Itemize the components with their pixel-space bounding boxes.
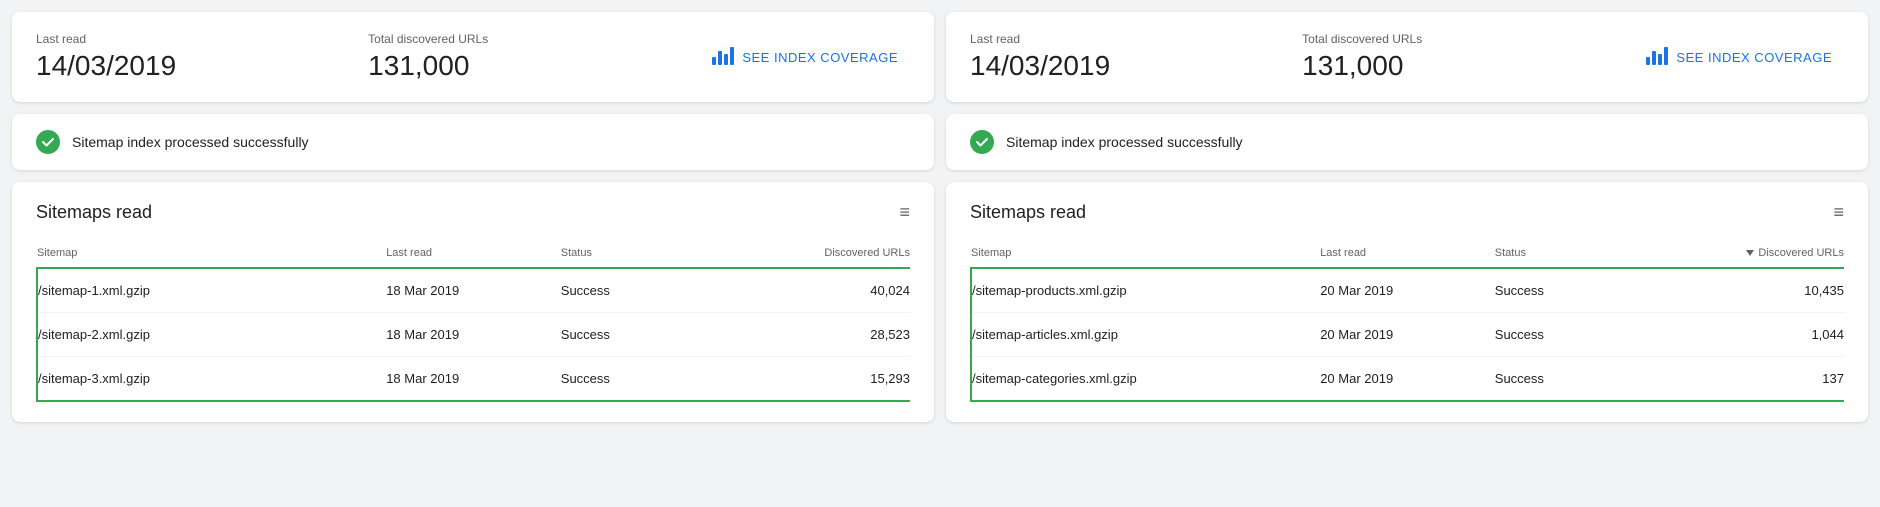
right-table-row[interactable]: /sitemap-categories.xml.gzip20 Mar 2019S… (971, 357, 1844, 402)
left-success-message: Sitemap index processed successfully (72, 134, 309, 150)
left-row-lastread-0: 18 Mar 2019 (386, 268, 561, 313)
right-success-panel: Sitemap index processed successfully (946, 114, 1868, 170)
right-row-sitemap-1: /sitemap-articles.xml.gzip (971, 313, 1320, 357)
left-th-sitemap: Sitemap (37, 239, 386, 268)
left-see-index-label: SEE INDEX COVERAGE (742, 50, 898, 65)
right-th-lastread: Last read (1320, 239, 1495, 268)
right-sitemaps-title: Sitemaps read (970, 202, 1086, 223)
right-sitemaps-panel: Sitemaps read ≡ Sitemap Last read Status… (946, 182, 1868, 422)
left-total-urls-block: Total discovered URLs 131,000 (368, 32, 700, 82)
left-filter-icon[interactable]: ≡ (899, 202, 910, 223)
left-last-read-label: Last read (36, 32, 368, 46)
right-table-row[interactable]: /sitemap-articles.xml.gzip20 Mar 2019Suc… (971, 313, 1844, 357)
right-th-status: Status (1495, 239, 1626, 268)
left-row-status-2: Success (561, 357, 692, 402)
left-column: Last read 14/03/2019 Total discovered UR… (12, 12, 934, 434)
left-row-urls-1: 28,523 (692, 313, 910, 357)
left-row-sitemap-0: /sitemap-1.xml.gzip (37, 268, 386, 313)
left-row-status-0: Success (561, 268, 692, 313)
right-th-urls-label: Discovered URLs (1758, 247, 1844, 259)
left-last-read-value: 14/03/2019 (36, 50, 368, 82)
right-total-urls-block: Total discovered URLs 131,000 (1302, 32, 1634, 82)
left-row-status-1: Success (561, 313, 692, 357)
left-row-lastread-1: 18 Mar 2019 (386, 313, 561, 357)
left-table-row[interactable]: /sitemap-1.xml.gzip18 Mar 2019Success40,… (37, 268, 910, 313)
right-total-urls-value: 131,000 (1302, 50, 1634, 82)
right-sitemaps-header: Sitemaps read ≡ (970, 202, 1844, 223)
right-table-row[interactable]: /sitemap-products.xml.gzip20 Mar 2019Suc… (971, 268, 1844, 313)
left-sitemaps-header: Sitemaps read ≡ (36, 202, 910, 223)
right-row-status-1: Success (1495, 313, 1626, 357)
left-see-index-button[interactable]: SEE INDEX COVERAGE (700, 39, 910, 76)
left-row-sitemap-1: /sitemap-2.xml.gzip (37, 313, 386, 357)
right-sort-arrow-icon (1746, 250, 1754, 256)
left-total-urls-value: 131,000 (368, 50, 700, 82)
right-table-header-row: Sitemap Last read Status Discovered URLs (971, 239, 1844, 268)
right-row-lastread-1: 20 Mar 2019 (1320, 313, 1495, 357)
left-row-urls-0: 40,024 (692, 268, 910, 313)
left-th-urls: Discovered URLs (692, 239, 910, 268)
left-row-urls-2: 15,293 (692, 357, 910, 402)
right-th-urls: Discovered URLs (1626, 239, 1844, 268)
right-row-sitemap-2: /sitemap-categories.xml.gzip (971, 357, 1320, 402)
right-bar-chart-icon (1646, 47, 1668, 68)
left-last-read-block: Last read 14/03/2019 (36, 32, 368, 82)
left-total-urls-label: Total discovered URLs (368, 32, 700, 46)
left-sitemap-table: Sitemap Last read Status Discovered URLs… (36, 239, 910, 402)
left-row-lastread-2: 18 Mar 2019 (386, 357, 561, 402)
right-last-read-label: Last read (970, 32, 1302, 46)
right-row-lastread-2: 20 Mar 2019 (1320, 357, 1495, 402)
left-row-sitemap-2: /sitemap-3.xml.gzip (37, 357, 386, 402)
right-filter-icon[interactable]: ≡ (1833, 202, 1844, 223)
left-sitemaps-panel: Sitemaps read ≡ Sitemap Last read Status… (12, 182, 934, 422)
right-row-urls-2: 137 (1626, 357, 1844, 402)
left-table-header-row: Sitemap Last read Status Discovered URLs (37, 239, 910, 268)
left-stats-panel: Last read 14/03/2019 Total discovered UR… (12, 12, 934, 102)
right-last-read-value: 14/03/2019 (970, 50, 1302, 82)
left-th-status: Status (561, 239, 692, 268)
right-stats-panel: Last read 14/03/2019 Total discovered UR… (946, 12, 1868, 102)
left-th-lastread: Last read (386, 239, 561, 268)
right-row-urls-0: 10,435 (1626, 268, 1844, 313)
right-see-index-button[interactable]: SEE INDEX COVERAGE (1634, 39, 1844, 76)
left-success-icon (36, 130, 60, 154)
right-column: Last read 14/03/2019 Total discovered UR… (946, 12, 1868, 434)
right-total-urls-label: Total discovered URLs (1302, 32, 1634, 46)
left-success-panel: Sitemap index processed successfully (12, 114, 934, 170)
right-row-urls-1: 1,044 (1626, 313, 1844, 357)
left-sitemaps-title: Sitemaps read (36, 202, 152, 223)
left-table-row[interactable]: /sitemap-3.xml.gzip18 Mar 2019Success15,… (37, 357, 910, 402)
right-th-sitemap: Sitemap (971, 239, 1320, 268)
left-table-row[interactable]: /sitemap-2.xml.gzip18 Mar 2019Success28,… (37, 313, 910, 357)
right-row-status-0: Success (1495, 268, 1626, 313)
right-row-sitemap-0: /sitemap-products.xml.gzip (971, 268, 1320, 313)
left-bar-chart-icon (712, 47, 734, 68)
right-last-read-block: Last read 14/03/2019 (970, 32, 1302, 82)
right-sitemap-table: Sitemap Last read Status Discovered URLs… (970, 239, 1844, 402)
right-row-lastread-0: 20 Mar 2019 (1320, 268, 1495, 313)
right-row-status-2: Success (1495, 357, 1626, 402)
right-see-index-label: SEE INDEX COVERAGE (1676, 50, 1832, 65)
right-success-icon (970, 130, 994, 154)
main-grid: Last read 14/03/2019 Total discovered UR… (12, 12, 1868, 434)
right-success-message: Sitemap index processed successfully (1006, 134, 1243, 150)
